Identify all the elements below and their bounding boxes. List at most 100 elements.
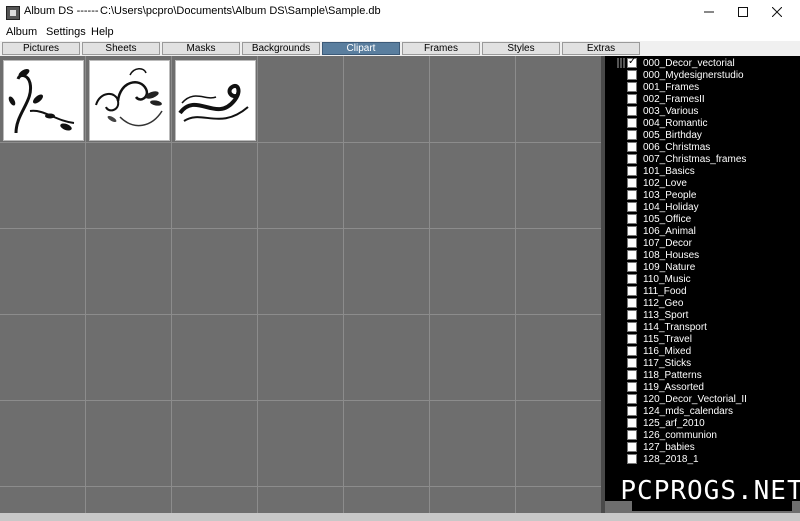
category-checkbox[interactable] [627, 442, 637, 452]
category-checkbox[interactable] [627, 262, 637, 272]
tab-pictures[interactable]: Pictures [2, 42, 80, 55]
category-item[interactable]: 000_Mydesignerstudio [627, 69, 744, 81]
category-item[interactable]: 109_Nature [627, 261, 695, 273]
category-item[interactable]: 127_babies [627, 441, 695, 453]
category-item[interactable]: 103_People [627, 189, 696, 201]
category-checkbox[interactable] [627, 118, 637, 128]
category-checkbox[interactable] [627, 394, 637, 404]
category-checkbox[interactable] [627, 382, 637, 392]
category-checkbox[interactable] [627, 418, 637, 428]
category-item[interactable]: 112_Geo [627, 297, 683, 309]
category-checkbox[interactable] [627, 334, 637, 344]
category-item[interactable]: 118_Patterns [627, 369, 702, 381]
category-checkbox[interactable] [627, 106, 637, 116]
category-checkbox[interactable] [627, 178, 637, 188]
category-checkbox[interactable] [627, 286, 637, 296]
corner-swirl-clipart[interactable] [3, 60, 84, 141]
category-item[interactable]: 116_Mixed [627, 345, 691, 357]
minimize-icon [704, 11, 714, 13]
tab-backgrounds[interactable]: Backgrounds [242, 42, 320, 55]
tab-sheets[interactable]: Sheets [82, 42, 160, 55]
tab-masks[interactable]: Masks [162, 42, 240, 55]
category-checkbox[interactable] [627, 406, 637, 416]
grid-divider [0, 228, 601, 229]
category-item[interactable]: 104_Holiday [627, 201, 699, 213]
category-item[interactable]: 106_Animal [627, 225, 696, 237]
category-item[interactable]: 000_Decor_vectorial [627, 56, 735, 69]
category-item[interactable]: 117_Sticks [627, 357, 691, 369]
category-item[interactable]: 126_communion [627, 429, 717, 441]
wave-flourish-clipart[interactable] [175, 60, 256, 141]
category-item[interactable]: 111_Food [627, 285, 687, 297]
tab-styles[interactable]: Styles [482, 42, 560, 55]
category-checkbox[interactable] [627, 142, 637, 152]
database-path: C:\Users\pcpro\Documents\Album DS\Sample… [100, 5, 381, 17]
category-item[interactable]: 107_Decor [627, 237, 692, 249]
menu-settings[interactable]: Settings [46, 26, 86, 38]
tab-bar: Pictures Sheets Masks Backgrounds Clipar… [0, 41, 800, 56]
category-item[interactable]: 003_Various [627, 105, 698, 117]
flourish-swirls-clipart[interactable] [89, 60, 170, 141]
category-checkbox[interactable] [627, 214, 637, 224]
category-checkbox[interactable] [627, 322, 637, 332]
category-label: 108_Houses [643, 249, 700, 261]
tab-clipart[interactable]: Clipart [322, 42, 400, 55]
category-item[interactable]: 006_Christmas [627, 141, 710, 153]
category-item[interactable]: 101_Basics [627, 165, 695, 177]
category-item[interactable]: 119_Assorted [627, 381, 704, 393]
category-item[interactable]: 124_mds_calendars [627, 405, 733, 417]
menu-bar: Album Settings Help [0, 24, 800, 41]
category-label: 001_Frames [643, 81, 700, 93]
grip-icon[interactable] [617, 58, 625, 68]
category-item[interactable]: 128_2018_1 [627, 453, 699, 465]
category-item[interactable]: 105_Office [627, 213, 691, 225]
category-item[interactable]: 002_FramesII [627, 93, 705, 105]
category-label: 107_Decor [643, 237, 692, 249]
category-checkbox[interactable] [627, 94, 637, 104]
category-checkbox[interactable] [627, 346, 637, 356]
tab-extras[interactable]: Extras [562, 42, 640, 55]
category-item[interactable]: 125_arf_2010 [627, 417, 705, 429]
category-checkbox[interactable] [627, 130, 637, 140]
grid-divider [171, 56, 172, 513]
category-item[interactable]: 113_Sport [627, 309, 688, 321]
category-item[interactable]: 102_Love [627, 177, 687, 189]
category-checkbox[interactable] [627, 298, 637, 308]
category-checkbox[interactable] [627, 238, 637, 248]
category-item[interactable]: 001_Frames [627, 81, 699, 93]
category-item[interactable]: 120_Decor_Vectorial_II [627, 393, 747, 405]
category-item[interactable]: 005_Birthday [627, 129, 702, 141]
category-checkbox[interactable] [627, 454, 637, 464]
category-checkbox[interactable] [627, 226, 637, 236]
category-label: 124_mds_calendars [643, 405, 734, 417]
category-checkbox[interactable] [627, 202, 637, 212]
category-item[interactable]: 004_Romantic [627, 117, 707, 129]
category-checkbox[interactable] [627, 358, 637, 368]
category-item[interactable]: 115_Travel [627, 333, 692, 345]
tab-frames[interactable]: Frames [402, 42, 480, 55]
grid-divider [0, 142, 601, 143]
category-checkbox[interactable] [627, 154, 637, 164]
category-checkbox[interactable] [627, 70, 637, 80]
menu-help[interactable]: Help [91, 26, 114, 38]
category-label: 109_Nature [643, 261, 696, 273]
category-checkbox[interactable] [627, 166, 637, 176]
category-checkbox[interactable] [627, 310, 637, 320]
category-checkbox[interactable] [627, 190, 637, 200]
category-label: 114_Transport [643, 321, 707, 333]
category-label: 101_Basics [643, 165, 695, 177]
menu-album[interactable]: Album [6, 26, 37, 38]
category-item[interactable]: 114_Transport [627, 321, 707, 333]
category-checkbox[interactable] [627, 370, 637, 380]
category-checkbox[interactable] [627, 250, 637, 260]
category-item[interactable]: 007_Christmas_frames [627, 153, 746, 165]
category-checkbox[interactable] [627, 274, 637, 284]
category-label: 103_People [643, 189, 697, 201]
category-item[interactable]: 108_Houses [627, 249, 699, 261]
category-item[interactable]: 110_Music [627, 273, 691, 285]
category-checkbox[interactable] [627, 82, 637, 92]
category-checkbox[interactable] [627, 430, 637, 440]
category-checkbox[interactable] [627, 56, 637, 68]
category-label: 004_Romantic [643, 117, 708, 129]
close-button[interactable] [754, 0, 800, 24]
